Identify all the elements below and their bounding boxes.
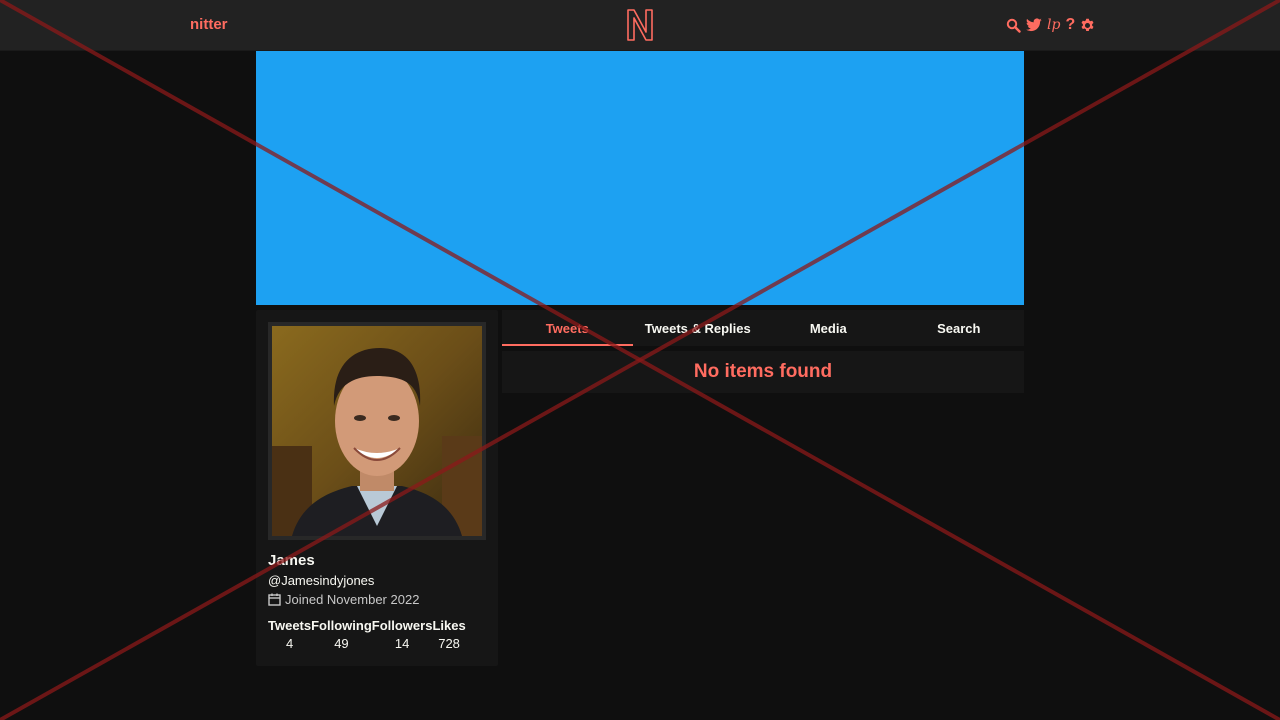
stat-value: 49	[334, 636, 349, 651]
lp-icon[interactable]: lp	[1047, 18, 1060, 32]
timeline-empty-message: No items found	[502, 351, 1024, 393]
gear-icon[interactable]	[1080, 18, 1095, 33]
navbar: nitter lp ?	[0, 0, 1280, 51]
stat-label: Tweets	[268, 618, 312, 633]
tab-tweets[interactable]: Tweets	[502, 310, 633, 346]
avatar[interactable]	[268, 322, 486, 540]
profile-banner[interactable]	[256, 51, 1024, 305]
stat-label: Following	[311, 618, 372, 633]
timeline-tabs: Tweets Tweets & Replies Media Search	[502, 310, 1024, 346]
help-icon[interactable]: ?	[1065, 17, 1075, 33]
stat-value: 728	[438, 636, 460, 651]
tab-tweets-replies[interactable]: Tweets & Replies	[633, 310, 764, 346]
stat-followers[interactable]: Followers 14	[372, 618, 433, 654]
stat-following[interactable]: Following 49	[311, 618, 372, 654]
profile-stats: Tweets 4 Following 49 Followers 14 Likes…	[268, 618, 490, 654]
stat-label: Followers	[371, 618, 433, 633]
avatar-photo	[272, 326, 482, 536]
stat-value: 4	[285, 636, 294, 651]
stat-likes[interactable]: Likes 728	[432, 618, 465, 654]
profile-card: James @Jamesindyjones Joined November 20…	[256, 310, 498, 666]
nav-icons: lp ?	[1006, 16, 1095, 34]
tab-media[interactable]: Media	[763, 310, 894, 346]
tab-search[interactable]: Search	[894, 310, 1025, 346]
stat-label: Likes	[432, 618, 466, 633]
joindate-text: Joined November 2022	[285, 592, 420, 607]
profile-fullname[interactable]: James	[268, 552, 315, 569]
twitter-bird-icon[interactable]	[1026, 18, 1042, 32]
nitter-logo-icon[interactable]	[626, 8, 654, 42]
stat-value: 14	[394, 636, 410, 651]
profile-joindate: Joined November 2022	[268, 592, 419, 607]
calendar-icon	[268, 593, 281, 606]
brand-link[interactable]: nitter	[190, 16, 228, 34]
stat-tweets[interactable]: Tweets 4	[268, 618, 311, 654]
search-icon[interactable]	[1006, 18, 1021, 33]
profile-username[interactable]: @Jamesindyjones	[268, 573, 374, 588]
